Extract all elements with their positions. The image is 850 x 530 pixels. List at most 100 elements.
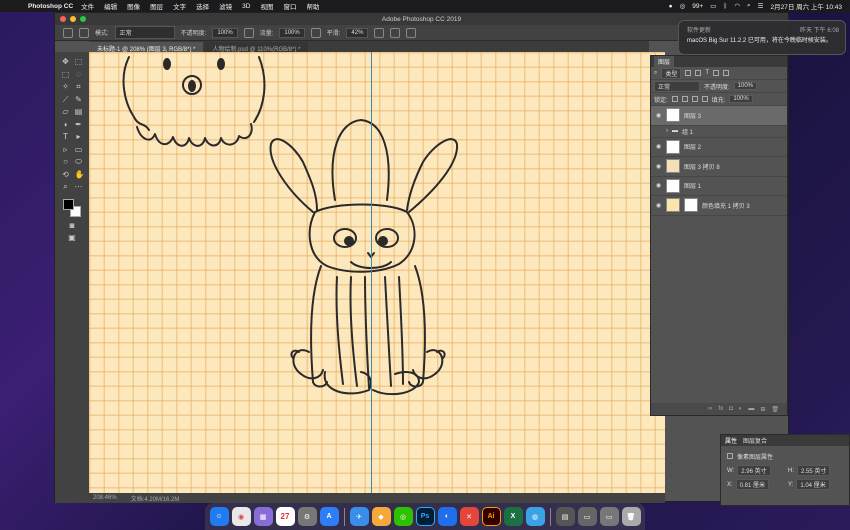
new-group-icon[interactable]: ▬: [748, 406, 754, 412]
dodge-tool-icon[interactable]: ◖: [62, 120, 70, 129]
layer-row[interactable]: ◉ 图层 2: [651, 138, 787, 157]
pressure-size-icon[interactable]: [390, 27, 401, 38]
add-mask-icon[interactable]: ◘: [729, 406, 733, 412]
smooth-field[interactable]: 42%: [346, 27, 369, 38]
brush-preset-icon[interactable]: [63, 27, 73, 38]
menu-select[interactable]: 选择: [196, 1, 209, 11]
tab-properties[interactable]: 属性: [725, 436, 737, 445]
gradient-tool-icon[interactable]: ▤: [75, 108, 83, 116]
control-center-icon[interactable]: ☰: [758, 2, 764, 10]
screen-record-icon[interactable]: ●: [669, 3, 673, 10]
y-field[interactable]: 1.04 厘米: [796, 479, 830, 490]
shape-tool-icon[interactable]: ⬭: [75, 158, 83, 166]
vertical-guide-line[interactable]: [371, 52, 372, 493]
qq-browser-icon[interactable]: ◐: [437, 507, 457, 526]
layer-row[interactable]: ◉ 图层 3: [651, 106, 787, 126]
eraser-icon[interactable]: ▱: [62, 108, 70, 116]
move-tool-icon[interactable]: ✥: [62, 58, 70, 66]
ellipse-tool-icon[interactable]: ○: [62, 158, 70, 166]
visibility-eye-icon[interactable]: ◉: [655, 202, 662, 209]
menu-layer[interactable]: 图层: [150, 1, 163, 11]
rectangle-tool-icon[interactable]: ▭: [75, 145, 83, 154]
fill-field[interactable]: 100%: [729, 95, 753, 103]
width-field[interactable]: 2.96 英寸: [737, 465, 771, 476]
opacity-field[interactable]: 100%: [212, 27, 238, 38]
photoshop-dock-icon[interactable]: Ps: [415, 507, 435, 526]
fx-icon[interactable]: fx: [718, 406, 723, 412]
quick-mask-icon[interactable]: ◙: [68, 221, 76, 230]
x-field[interactable]: 0.81 厘米: [735, 479, 770, 490]
xmind-icon[interactable]: ✕: [459, 507, 479, 526]
symmetry-icon[interactable]: [406, 27, 417, 38]
zoom-tool-icon[interactable]: ⌕: [62, 183, 70, 191]
calendar-icon[interactable]: 27: [275, 507, 295, 526]
artboard-tool-icon[interactable]: ⬚: [75, 58, 83, 66]
foreground-color-swatch[interactable]: [63, 198, 74, 210]
menu-view[interactable]: 视图: [260, 1, 273, 11]
doc-tab-active[interactable]: 未标题-1 @ 208% (图层 3, RGB/8*) *: [89, 42, 204, 53]
menu-window[interactable]: 窗口: [283, 1, 296, 11]
visibility-eye-icon[interactable]: ◉: [655, 163, 662, 170]
finder-icon[interactable]: ☺: [209, 507, 229, 526]
layer-group-row[interactable]: › ▬ 组 1: [651, 126, 787, 138]
brush-settings-icon[interactable]: [79, 27, 89, 38]
bluetooth-icon[interactable]: ᛒ: [723, 3, 727, 10]
filter-adjust-icon[interactable]: [695, 70, 702, 76]
pen-tool-icon[interactable]: ✒: [75, 120, 83, 129]
layer-row[interactable]: ◉ 图层 1: [651, 177, 787, 196]
close-button[interactable]: [60, 16, 66, 22]
tab-layers[interactable]: 图层: [654, 56, 675, 67]
more-tools-icon[interactable]: ⋯: [75, 183, 83, 191]
magic-wand-icon[interactable]: ✧: [62, 83, 70, 91]
doc-tab[interactable]: 人物绘制.psd @ 110%(RGB/8*) *: [204, 42, 309, 53]
qq-badge[interactable]: 99+: [692, 3, 703, 10]
wechat-dock-icon[interactable]: ◎: [393, 507, 413, 526]
zoom-level[interactable]: 208.46%: [93, 495, 117, 501]
lock-all-icon[interactable]: [701, 96, 708, 102]
gear-icon[interactable]: [374, 27, 385, 38]
layer-row[interactable]: ◉ 颜色填充 1 拷贝 3: [651, 196, 787, 216]
brush-tool-icon[interactable]: ✎: [75, 95, 83, 104]
downloads-stack-icon[interactable]: ▤: [555, 507, 575, 526]
search-icon[interactable]: ⌕: [747, 2, 751, 10]
visibility-eye-icon[interactable]: ◉: [655, 182, 662, 189]
crop-tool-icon[interactable]: ⌗: [75, 83, 83, 91]
menu-3d[interactable]: 3D: [242, 3, 250, 10]
layer-filter-select[interactable]: 类型: [661, 67, 682, 79]
marquee-tool-icon[interactable]: ⬚: [62, 70, 70, 79]
minimize-button[interactable]: [70, 16, 76, 22]
paper-plane-app-icon[interactable]: ✈: [349, 507, 369, 526]
zoom-button[interactable]: [80, 16, 86, 22]
recent-window-icon[interactable]: ▭: [599, 507, 619, 526]
direct-select-icon[interactable]: ▹: [62, 145, 70, 154]
screen-mode-icon[interactable]: ▣: [68, 234, 76, 242]
airbrush-icon[interactable]: [310, 27, 321, 38]
group-expand-icon[interactable]: ›: [666, 128, 668, 134]
tab-layer-comps[interactable]: 图层复合: [743, 436, 767, 445]
launchpad-icon[interactable]: ▦: [253, 507, 273, 526]
flow-field[interactable]: 100%: [279, 27, 305, 38]
menu-edit[interactable]: 编辑: [104, 1, 117, 11]
excel-icon[interactable]: X: [503, 507, 523, 526]
type-tool-icon[interactable]: T: [62, 133, 70, 141]
trash-dock-icon[interactable]: 🗑: [621, 507, 641, 526]
rotate-view-icon[interactable]: ⟲: [62, 170, 70, 179]
height-field[interactable]: 2.55 英寸: [797, 465, 831, 476]
layer-row[interactable]: ◉ 图层 3 拷贝 8: [651, 157, 787, 177]
canvas-document[interactable]: [89, 52, 665, 493]
eyedropper-icon[interactable]: ⟋: [62, 95, 70, 104]
wechat-icon[interactable]: ◎: [680, 2, 686, 10]
illustrator-dock-icon[interactable]: Ai: [481, 507, 501, 526]
menu-file[interactable]: 文件: [81, 1, 94, 11]
menu-type[interactable]: 文字: [173, 1, 186, 11]
lock-pixels-icon[interactable]: [681, 96, 688, 102]
filter-type-icon[interactable]: T: [705, 70, 709, 76]
sketch-app-icon[interactable]: ◆: [371, 507, 391, 526]
clock[interactable]: 2月27日 周六 上午 10:43: [770, 1, 842, 11]
layer-opacity-field[interactable]: 100%: [733, 82, 758, 90]
visibility-eye-icon[interactable]: ◉: [655, 112, 662, 119]
filter-smart-icon[interactable]: [723, 70, 730, 76]
app-store-icon[interactable]: A: [319, 507, 339, 526]
link-layers-icon[interactable]: ∞: [708, 406, 712, 412]
recent-window-icon[interactable]: ▭: [577, 507, 597, 526]
